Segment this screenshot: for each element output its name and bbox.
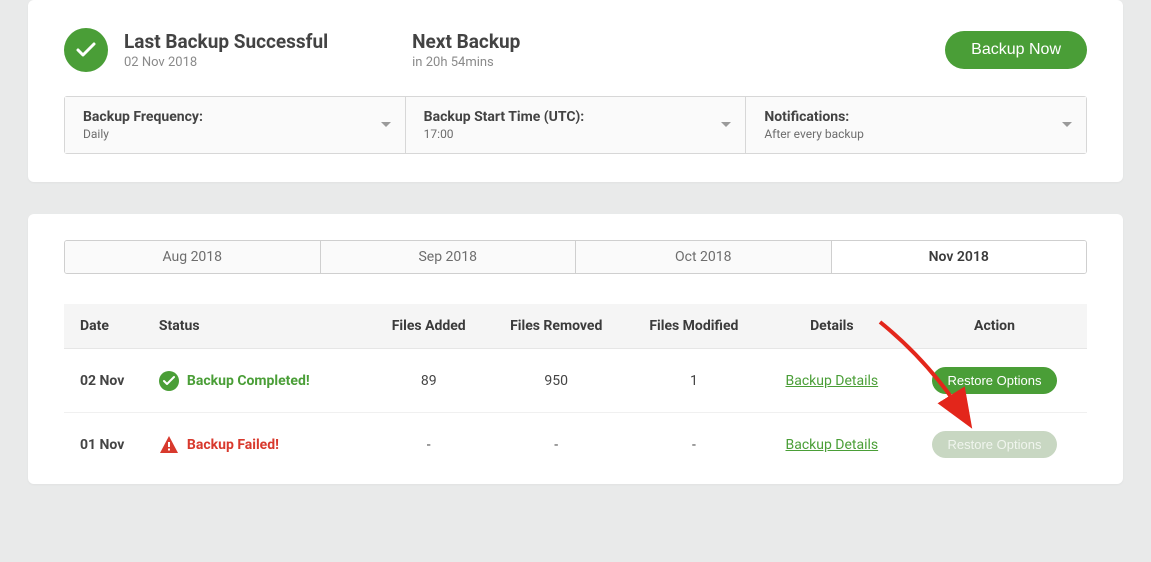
next-backup-block: Next Backup in 20h 54mins	[412, 30, 520, 70]
col-files-removed: Files Removed	[486, 304, 626, 349]
row-files-removed: -	[486, 413, 626, 477]
backup-start-time-dropdown[interactable]: Backup Start Time (UTC): 17:00	[406, 97, 747, 153]
row-status: Backup Failed!	[153, 413, 371, 477]
backup-history-table: Date Status Files Added Files Removed Fi…	[64, 304, 1087, 476]
last-backup-text: Last Backup Successful 02 Nov 2018	[124, 30, 328, 70]
month-tab-active[interactable]: Nov 2018	[832, 241, 1087, 273]
row-files-modified: 1	[626, 349, 762, 413]
restore-options-button-disabled: Restore Options	[932, 431, 1058, 458]
col-date: Date	[64, 304, 153, 349]
backup-start-time-label: Backup Start Time (UTC):	[424, 109, 728, 125]
backup-start-time-value: 17:00	[424, 127, 728, 141]
row-files-removed: 950	[486, 349, 626, 413]
col-files-modified: Files Modified	[626, 304, 762, 349]
backup-now-button[interactable]: Backup Now	[945, 31, 1087, 69]
col-action: Action	[902, 304, 1087, 349]
table-header-row: Date Status Files Added Files Removed Fi…	[64, 304, 1087, 349]
last-backup-title: Last Backup Successful	[124, 30, 328, 53]
row-status-text: Backup Failed!	[187, 437, 279, 453]
chevron-down-icon	[381, 122, 391, 128]
table-row: 01 Nov Backup Failed! - - - Backup Detai…	[64, 413, 1087, 477]
chevron-down-icon	[721, 122, 731, 128]
last-backup-block: Last Backup Successful 02 Nov 2018	[64, 28, 328, 72]
row-files-added: -	[371, 413, 486, 477]
row-status-text: Backup Completed!	[187, 373, 310, 389]
month-tab[interactable]: Aug 2018	[65, 241, 321, 273]
backup-history-card: Aug 2018 Sep 2018 Oct 2018 Nov 2018 Date…	[28, 214, 1123, 484]
checkmark-circle-icon	[64, 28, 108, 72]
notifications-value: After every backup	[764, 127, 1068, 141]
checkmark-circle-icon	[159, 371, 179, 391]
col-details: Details	[762, 304, 902, 349]
col-status: Status	[153, 304, 371, 349]
col-files-added: Files Added	[371, 304, 486, 349]
next-backup-countdown: in 20h 54mins	[412, 55, 520, 70]
backup-summary-row: Last Backup Successful 02 Nov 2018 Next …	[64, 28, 1087, 96]
backup-details-link[interactable]: Backup Details	[785, 437, 878, 453]
backup-frequency-value: Daily	[83, 127, 387, 141]
month-tab[interactable]: Oct 2018	[576, 241, 832, 273]
next-backup-title: Next Backup	[412, 30, 520, 53]
month-tab[interactable]: Sep 2018	[321, 241, 577, 273]
backup-settings-row: Backup Frequency: Daily Backup Start Tim…	[64, 96, 1087, 154]
month-tabs: Aug 2018 Sep 2018 Oct 2018 Nov 2018	[64, 240, 1087, 274]
alert-triangle-icon	[159, 435, 179, 455]
notifications-label: Notifications:	[764, 109, 1068, 125]
row-status: Backup Completed!	[153, 349, 371, 413]
row-date: 01 Nov	[64, 413, 153, 477]
row-files-added: 89	[371, 349, 486, 413]
backup-summary-card: Last Backup Successful 02 Nov 2018 Next …	[28, 0, 1123, 182]
chevron-down-icon	[1062, 122, 1072, 128]
table-row: 02 Nov Backup Completed! 89 950 1 Backup…	[64, 349, 1087, 413]
backup-frequency-dropdown[interactable]: Backup Frequency: Daily	[65, 97, 406, 153]
last-backup-date: 02 Nov 2018	[124, 55, 328, 70]
backup-frequency-label: Backup Frequency:	[83, 109, 387, 125]
row-date: 02 Nov	[64, 349, 153, 413]
restore-options-button[interactable]: Restore Options	[932, 367, 1058, 394]
backup-details-link[interactable]: Backup Details	[785, 373, 878, 389]
row-files-modified: -	[626, 413, 762, 477]
notifications-dropdown[interactable]: Notifications: After every backup	[746, 97, 1086, 153]
